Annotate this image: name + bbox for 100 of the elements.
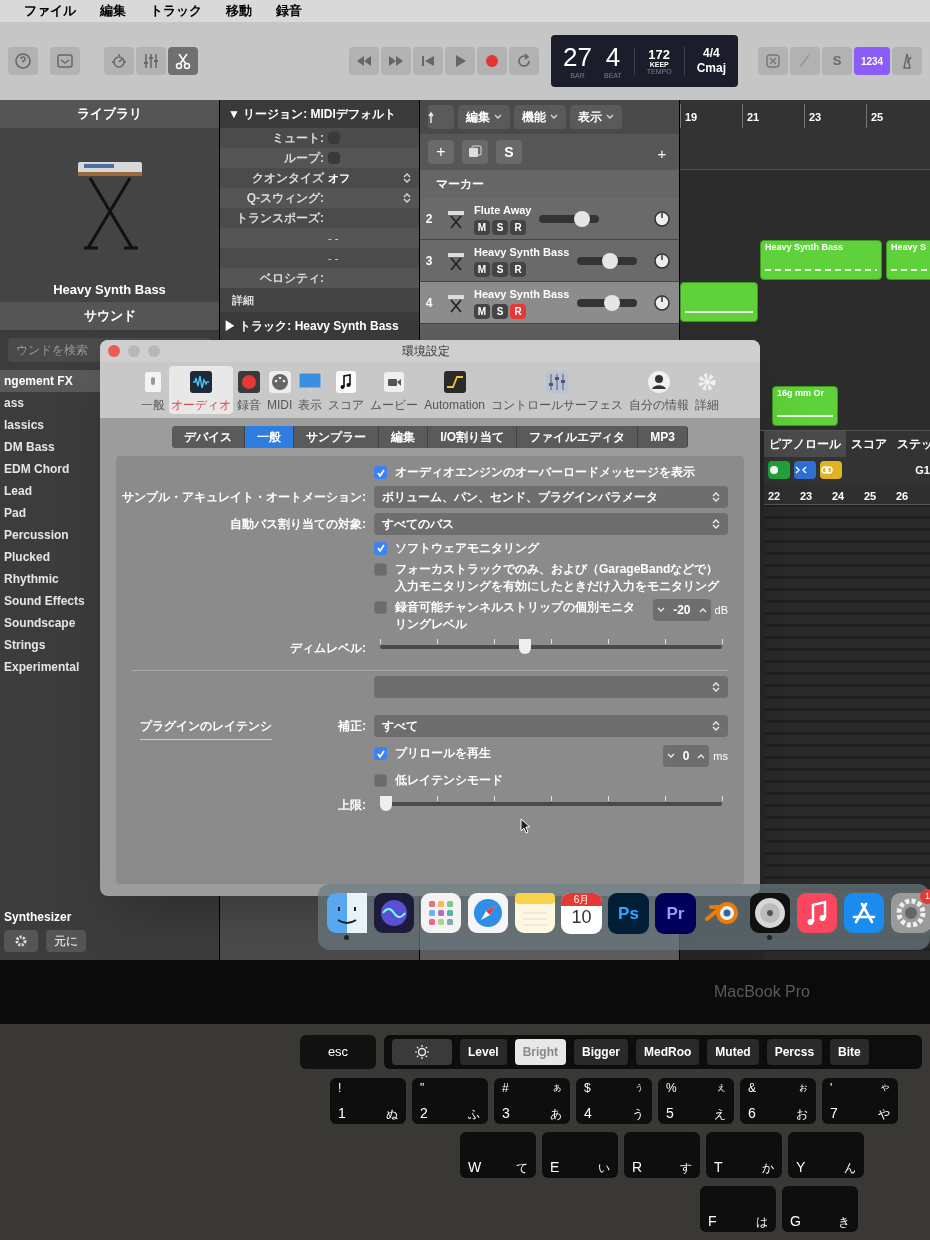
mute-button[interactable]: M bbox=[474, 262, 490, 278]
checkbox[interactable] bbox=[374, 541, 387, 555]
preferences-category[interactable]: 自分の情報 bbox=[627, 366, 691, 414]
mute-button[interactable]: M bbox=[474, 304, 490, 320]
slider-thumb[interactable] bbox=[518, 639, 531, 654]
menu-item[interactable]: 移動 bbox=[226, 1, 252, 21]
preferences-category[interactable]: Automation bbox=[422, 366, 487, 414]
select-field[interactable]: すべてのバス bbox=[374, 512, 728, 535]
level-slider[interactable] bbox=[380, 637, 722, 655]
back-button[interactable] bbox=[428, 105, 454, 129]
slider-thumb[interactable] bbox=[380, 795, 392, 811]
keyboard-key[interactable]: Y ん bbox=[788, 1132, 864, 1178]
keyboard-key[interactable]: G き bbox=[782, 1186, 858, 1232]
pan-knob-icon[interactable] bbox=[653, 293, 671, 312]
preferences-tab[interactable]: デバイス bbox=[172, 426, 246, 448]
menu-item[interactable]: ファイル bbox=[24, 1, 76, 21]
preferences-category[interactable]: 詳細 bbox=[693, 366, 721, 414]
region-header[interactable]: ▼ リージョン: MIDIデフォルト bbox=[220, 100, 419, 128]
keyboard-key[interactable]: # 3 ぁ あ bbox=[494, 1078, 570, 1124]
metronome-button[interactable] bbox=[892, 47, 922, 75]
solo-button[interactable]: S bbox=[492, 304, 508, 320]
help-button[interactable] bbox=[8, 47, 38, 75]
track-header[interactable]: 2 Flute Away M S R bbox=[420, 198, 679, 240]
solo-button[interactable]: S bbox=[492, 220, 508, 236]
keyboard-key[interactable]: ' 7 ゃ や bbox=[822, 1078, 898, 1124]
midi-region[interactable] bbox=[680, 282, 758, 322]
keyboard-key[interactable]: & 6 ぉ お bbox=[740, 1078, 816, 1124]
select-field[interactable]: ボリューム、パン、センド、プラグインパラメータ bbox=[374, 485, 728, 508]
brightness-button[interactable] bbox=[392, 1039, 452, 1065]
slider-thumb[interactable] bbox=[601, 252, 618, 269]
preferences-category[interactable]: 録音 bbox=[234, 366, 263, 414]
mute-button[interactable]: M bbox=[474, 220, 490, 236]
close-button[interactable] bbox=[108, 345, 120, 357]
touch-bar-button[interactable]: Bigger bbox=[574, 1039, 629, 1065]
smart-controls-button[interactable] bbox=[104, 47, 134, 75]
preferences-category[interactable]: ムービー bbox=[368, 366, 421, 414]
slider-thumb[interactable] bbox=[573, 210, 590, 227]
record-button[interactable] bbox=[477, 47, 508, 75]
touch-bar-button[interactable]: Bite bbox=[830, 1039, 869, 1065]
dock-item[interactable] bbox=[749, 893, 790, 941]
preferences-category[interactable]: 表示 bbox=[296, 366, 325, 414]
keyboard-key[interactable]: W て bbox=[460, 1132, 536, 1178]
checkbox[interactable] bbox=[328, 152, 340, 164]
keyboard-key[interactable]: E い bbox=[542, 1132, 618, 1178]
keyboard-key[interactable]: T か bbox=[706, 1132, 782, 1178]
checkbox[interactable] bbox=[374, 747, 387, 760]
preferences-category[interactable]: 一般 bbox=[138, 366, 167, 414]
menu-button[interactable]: 編集 bbox=[458, 105, 510, 129]
link-button[interactable] bbox=[820, 461, 842, 479]
editor-tab[interactable]: ピアノロール bbox=[764, 431, 846, 457]
keyboard-key[interactable]: ! 1 ぬ bbox=[330, 1078, 406, 1124]
keyboard-key[interactable]: " 2 ふ bbox=[412, 1078, 488, 1124]
pan-knob-icon[interactable] bbox=[653, 251, 671, 270]
number-stepper[interactable]: -20 bbox=[653, 599, 711, 621]
checkbox[interactable] bbox=[374, 466, 387, 479]
fast-forward-button[interactable] bbox=[381, 47, 412, 75]
gear-menu-button[interactable] bbox=[4, 930, 38, 952]
checkbox[interactable] bbox=[374, 601, 387, 614]
rewind-button[interactable] bbox=[349, 47, 380, 75]
preferences-category[interactable]: MIDI bbox=[264, 366, 295, 414]
duplicate-button[interactable] bbox=[462, 140, 488, 164]
keyboard-key[interactable]: $ 4 ぅ う bbox=[576, 1078, 652, 1124]
dock-item[interactable]: Ps bbox=[608, 893, 649, 941]
preferences-tab[interactable]: 一般 bbox=[245, 426, 295, 448]
number-stepper[interactable]: 0 bbox=[662, 745, 710, 767]
touch-bar-button[interactable]: Level bbox=[460, 1039, 507, 1065]
cycle-button[interactable] bbox=[509, 47, 540, 75]
preferences-category[interactable]: スコア bbox=[326, 366, 367, 414]
solo-button[interactable]: S bbox=[492, 262, 508, 278]
add-button[interactable]: + bbox=[653, 143, 671, 161]
editor-tab[interactable]: スコア bbox=[846, 431, 892, 457]
select-field[interactable]: オフ bbox=[328, 169, 411, 187]
record-enable-button[interactable]: R bbox=[510, 220, 526, 236]
menu-item[interactable]: 録音 bbox=[276, 1, 302, 21]
track-header[interactable]: 4 Heavy Synth Bass M S R bbox=[420, 282, 679, 324]
s-button[interactable]: S bbox=[496, 140, 522, 164]
touch-bar-button[interactable]: Percss bbox=[766, 1039, 823, 1065]
select-field[interactable] bbox=[374, 676, 728, 698]
select-field[interactable]: すべて bbox=[374, 715, 728, 737]
record-enable-button[interactable]: R bbox=[510, 262, 526, 278]
touch-bar-button[interactable]: Muted bbox=[707, 1039, 759, 1065]
preferences-category[interactable]: コントロールサーフェス bbox=[489, 366, 625, 414]
mixer-button[interactable] bbox=[136, 47, 166, 75]
midi-in-button[interactable] bbox=[768, 461, 790, 479]
keyboard-key[interactable]: R す bbox=[624, 1132, 700, 1178]
checkbox[interactable] bbox=[374, 774, 387, 787]
checkbox[interactable] bbox=[374, 563, 387, 576]
slider-thumb[interactable] bbox=[603, 294, 620, 311]
inbox-button[interactable] bbox=[50, 47, 80, 75]
track-header[interactable]: ▶ トラック: Heavy Synth Bass bbox=[220, 312, 419, 340]
menu-button[interactable]: 表示 bbox=[570, 105, 622, 129]
keyboard-key[interactable]: F は bbox=[700, 1186, 776, 1232]
quantize-button[interactable] bbox=[794, 461, 816, 479]
revert-button[interactable]: 元に bbox=[46, 930, 86, 952]
menu-item[interactable]: トラック bbox=[150, 1, 202, 21]
touch-bar[interactable]: Level Bright Bigger MedRoo Muted Percss Bite bbox=[384, 1035, 922, 1069]
menu-item[interactable]: 編集 bbox=[100, 1, 126, 21]
touch-bar-button[interactable]: MedRoo bbox=[636, 1039, 700, 1065]
level-slider[interactable] bbox=[380, 793, 722, 812]
dock-item[interactable]: 6月 10 bbox=[561, 893, 602, 941]
